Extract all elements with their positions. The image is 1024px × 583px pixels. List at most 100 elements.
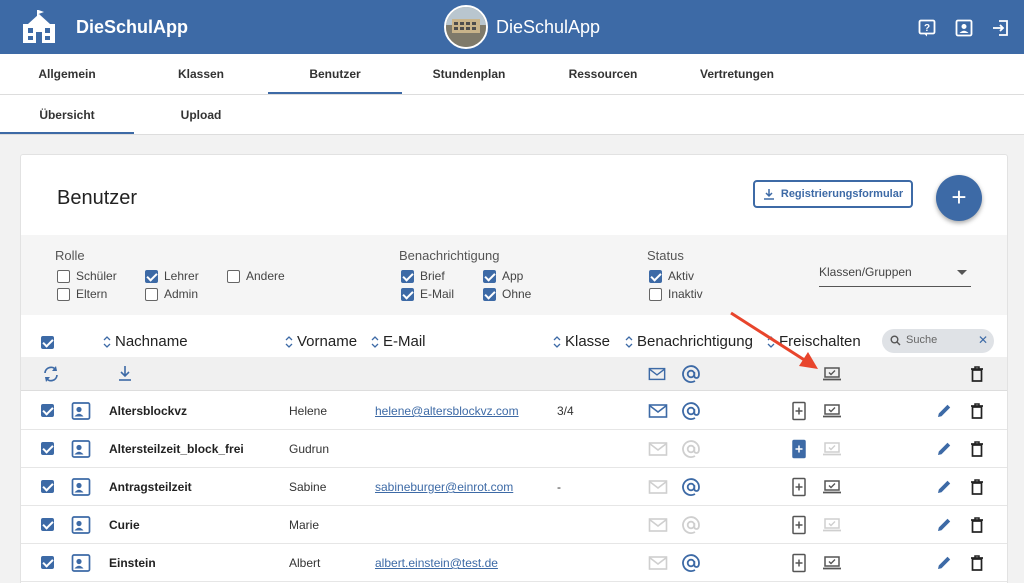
mail-icon[interactable] xyxy=(648,553,668,573)
at-icon[interactable] xyxy=(681,515,701,535)
clear-search-icon[interactable]: ✕ xyxy=(978,333,988,347)
mail-icon[interactable] xyxy=(648,365,666,383)
column-email[interactable]: E-Mail xyxy=(371,333,426,350)
contact-card-icon[interactable] xyxy=(71,439,91,459)
laptop-icon[interactable] xyxy=(822,477,842,497)
mail-icon[interactable] xyxy=(648,515,668,535)
delete-icon[interactable] xyxy=(967,553,987,573)
table-row[interactable]: Einstein Albert albert.einstein@test.de xyxy=(21,544,1007,582)
download-icon[interactable] xyxy=(118,365,132,381)
edit-icon[interactable] xyxy=(934,515,954,535)
row-email[interactable]: sabineburger@einrot.com xyxy=(375,480,513,494)
contact-card-icon[interactable] xyxy=(71,515,91,535)
at-icon[interactable] xyxy=(681,477,701,497)
tab-vertretungen[interactable]: Vertretungen xyxy=(670,54,804,94)
delete-icon[interactable] xyxy=(967,401,987,421)
checkbox[interactable] xyxy=(401,269,414,283)
filter-brief[interactable]: Brief xyxy=(401,269,445,283)
checkbox[interactable] xyxy=(227,269,240,283)
laptop-icon[interactable] xyxy=(822,366,842,382)
tab-stundenplan[interactable]: Stundenplan xyxy=(402,54,536,94)
laptop-icon[interactable] xyxy=(822,515,842,535)
tab-ressourcen[interactable]: Ressourcen xyxy=(536,54,670,94)
refresh-icon[interactable] xyxy=(42,365,60,383)
at-icon[interactable] xyxy=(681,364,701,384)
column-nachname[interactable]: Nachname xyxy=(103,333,188,350)
device-plus-icon[interactable] xyxy=(789,401,809,421)
profile-icon[interactable] xyxy=(955,19,973,37)
column-freischalten[interactable]: Freischalten xyxy=(767,333,861,350)
device-plus-icon[interactable] xyxy=(789,439,809,459)
tab-allgemein[interactable]: Allgemein xyxy=(0,54,134,94)
registrierungsformular-button[interactable]: Registrierungsformular xyxy=(753,180,913,208)
help-icon[interactable]: ? xyxy=(918,19,936,37)
tab-upload[interactable]: Upload xyxy=(134,95,268,134)
add-user-button[interactable]: + xyxy=(936,175,982,221)
at-icon[interactable] xyxy=(681,553,701,573)
checkbox[interactable] xyxy=(649,287,662,301)
contact-card-icon[interactable] xyxy=(71,477,91,497)
device-plus-icon[interactable] xyxy=(789,477,809,497)
delete-icon[interactable] xyxy=(967,515,987,535)
filter-aktiv[interactable]: Aktiv xyxy=(649,269,694,283)
row-checkbox[interactable] xyxy=(41,404,54,417)
mail-icon[interactable] xyxy=(648,477,668,497)
tab-klassen[interactable]: Klassen xyxy=(134,54,268,94)
filter-schueler[interactable]: Schüler xyxy=(57,269,117,283)
row-email[interactable]: helene@altersblockvz.com xyxy=(375,404,519,418)
filter-eltern[interactable]: Eltern xyxy=(57,287,107,301)
laptop-icon[interactable] xyxy=(822,553,842,573)
checkbox[interactable] xyxy=(483,269,496,283)
select-all-checkbox[interactable] xyxy=(41,336,54,349)
tab-uebersicht[interactable]: Übersicht xyxy=(0,95,134,134)
laptop-icon[interactable] xyxy=(822,401,842,421)
delete-icon[interactable] xyxy=(969,365,985,383)
row-checkbox[interactable] xyxy=(41,442,54,455)
edit-icon[interactable] xyxy=(934,401,954,421)
tab-benutzer[interactable]: Benutzer xyxy=(268,54,402,94)
device-plus-icon[interactable] xyxy=(789,515,809,535)
delete-icon[interactable] xyxy=(967,477,987,497)
app-title[interactable]: DieSchulApp xyxy=(76,17,188,38)
checkbox[interactable] xyxy=(57,287,70,301)
edit-icon[interactable] xyxy=(934,477,954,497)
filter-andere[interactable]: Andere xyxy=(227,269,285,283)
mail-icon[interactable] xyxy=(648,439,668,459)
table-row[interactable]: Curie Marie xyxy=(21,506,1007,544)
table-row[interactable]: Altersteilzeit_block_frei Gudrun xyxy=(21,430,1007,468)
checkbox[interactable] xyxy=(401,287,414,301)
checkbox[interactable] xyxy=(649,269,662,283)
at-icon[interactable] xyxy=(681,439,701,459)
column-klasse[interactable]: Klasse xyxy=(553,333,610,350)
filter-app[interactable]: App xyxy=(483,269,523,283)
checkbox[interactable] xyxy=(57,269,70,283)
filter-ohne[interactable]: Ohne xyxy=(483,287,531,301)
edit-icon[interactable] xyxy=(934,439,954,459)
checkbox[interactable] xyxy=(145,287,158,301)
contact-card-icon[interactable] xyxy=(71,553,91,573)
column-vorname[interactable]: Vorname xyxy=(285,333,357,350)
device-plus-icon[interactable] xyxy=(789,553,809,573)
row-checkbox[interactable] xyxy=(41,480,54,493)
row-checkbox[interactable] xyxy=(41,556,54,569)
row-checkbox[interactable] xyxy=(41,518,54,531)
laptop-icon[interactable] xyxy=(822,439,842,459)
filter-admin[interactable]: Admin xyxy=(145,287,198,301)
table-row[interactable]: Antragsteilzeit Sabine sabineburger@einr… xyxy=(21,468,1007,506)
column-benachrichtigung[interactable]: Benachrichtigung xyxy=(625,333,753,350)
search-input[interactable]: Suche ✕ xyxy=(882,329,994,353)
table-row[interactable]: Altersblockvz Helene helene@altersblockv… xyxy=(21,392,1007,430)
mail-icon[interactable] xyxy=(648,401,668,421)
edit-icon[interactable] xyxy=(934,553,954,573)
filter-email[interactable]: E-Mail xyxy=(401,287,454,301)
row-email[interactable]: albert.einstein@test.de xyxy=(375,556,498,570)
checkbox[interactable] xyxy=(145,269,158,283)
klassen-gruppen-select[interactable]: Klassen/Gruppen xyxy=(819,265,971,287)
delete-icon[interactable] xyxy=(967,439,987,459)
filter-lehrer[interactable]: Lehrer xyxy=(145,269,199,283)
filter-inaktiv[interactable]: Inaktiv xyxy=(649,287,703,301)
contact-card-icon[interactable] xyxy=(71,401,91,421)
at-icon[interactable] xyxy=(681,401,701,421)
logout-icon[interactable] xyxy=(992,19,1010,37)
checkbox[interactable] xyxy=(483,287,496,301)
